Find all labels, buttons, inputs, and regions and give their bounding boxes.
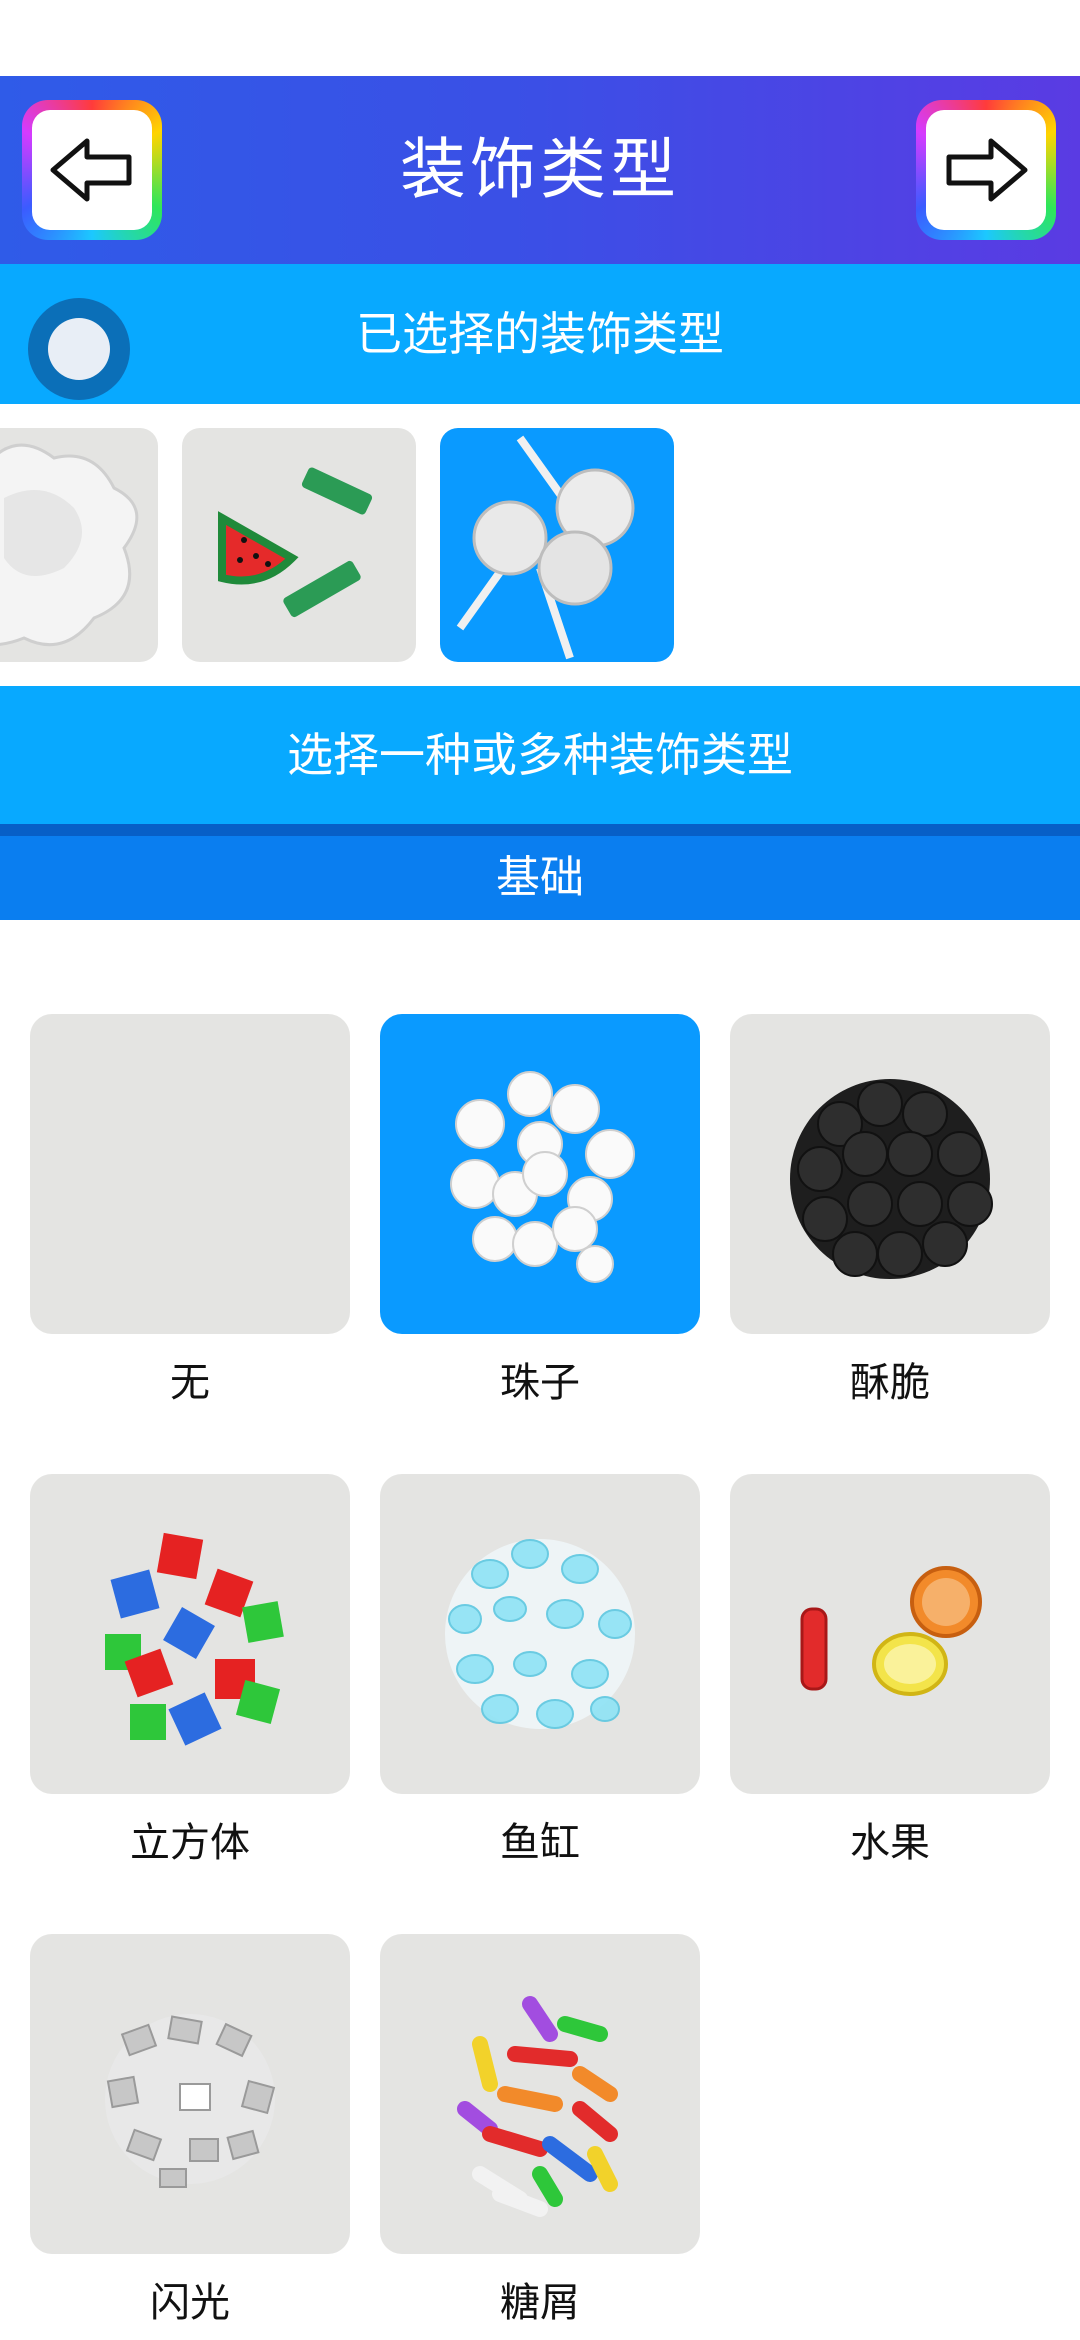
option-label: 酥脆 [850, 1360, 930, 1406]
watermelon-icon [218, 467, 373, 618]
category-divider [0, 824, 1080, 836]
option-sprinkles[interactable] [380, 1934, 700, 2254]
selected-item-lollipop[interactable] [440, 428, 674, 662]
option-none[interactable] [30, 1014, 350, 1334]
option-label: 珠子 [500, 1360, 580, 1406]
arrow-right-icon [946, 138, 1028, 202]
sprinkles-icon [457, 1996, 618, 2217]
next-button[interactable] [916, 100, 1056, 240]
fruit-icon [800, 1566, 982, 1696]
option-label: 立方体 [130, 1820, 250, 1866]
beads-icon [450, 1071, 635, 1283]
fishbowl-icon [445, 1539, 635, 1729]
selected-item-watermelon[interactable] [182, 428, 416, 662]
option-label: 鱼缸 [500, 1820, 580, 1866]
option-label: 糖屑 [500, 2280, 580, 2326]
lollipop-icon [456, 435, 635, 660]
option-fishbowl[interactable] [380, 1474, 700, 1794]
option-label: 闪光 [150, 2280, 230, 2326]
selected-section-title: 已选择的装饰类型 [356, 307, 724, 361]
option-label: 无 [170, 1360, 210, 1406]
option-label: 水果 [850, 1820, 930, 1866]
option-sparkle[interactable] [30, 1934, 350, 2254]
crispy-ball-icon [790, 1079, 993, 1279]
option-crispy[interactable] [730, 1014, 1050, 1334]
selected-items-strip[interactable] [0, 404, 1080, 686]
header: 装饰类型 [0, 76, 1080, 264]
selected-item-marshmallow[interactable] [0, 428, 158, 662]
cubes-icon [105, 1532, 284, 1746]
status-area [0, 0, 1080, 76]
option-beads[interactable] [380, 1014, 700, 1334]
marshmallow-icon [0, 443, 139, 647]
category-label: 基础 [496, 852, 584, 903]
option-fruit[interactable] [730, 1474, 1050, 1794]
option-cubes[interactable] [30, 1474, 350, 1794]
choose-section-title: 选择一种或多种装饰类型 [287, 728, 793, 782]
sparkle-ball-icon [105, 2014, 276, 2188]
